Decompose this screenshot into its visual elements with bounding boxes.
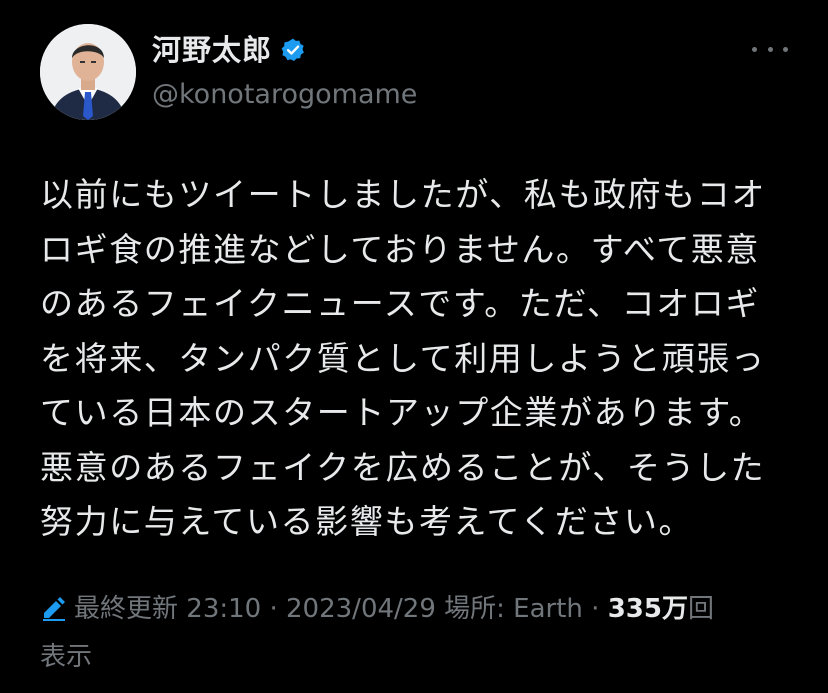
more-options-icon[interactable]	[752, 34, 788, 64]
views-suffix-label: 表示	[40, 642, 93, 672]
name-row: 河野太郎	[152, 30, 417, 70]
views-count: 335万	[607, 594, 688, 624]
dot	[767, 46, 773, 52]
pencil-edit-icon[interactable]	[40, 589, 68, 621]
tweet: 河野太郎 @konotarogomame 以前にもツイートしましたが、私も政府も…	[0, 0, 828, 693]
display-name[interactable]: 河野太郎	[152, 30, 272, 70]
views-suffix: 回	[687, 594, 714, 624]
location-label[interactable]: 場所: Earth	[444, 594, 583, 624]
meta-separator: ·	[269, 594, 278, 624]
tweet-date[interactable]: 2023/04/29	[286, 594, 436, 624]
verified-badge-icon	[280, 37, 306, 63]
avatar-photo	[40, 24, 136, 120]
author-block: 河野太郎 @konotarogomame	[152, 30, 417, 112]
edited-label[interactable]: 最終更新	[74, 594, 178, 624]
avatar[interactable]	[40, 24, 136, 120]
dot	[783, 46, 788, 52]
tweet-text: 以前にもツイートしましたが、私も政府もコオロギ食の推進などしておりません。すべて…	[40, 175, 766, 541]
tweet-time[interactable]: 23:10	[186, 594, 261, 624]
tweet-meta: 最終更新 23:10 · 2023/04/29 場所: Earth · 335万…	[40, 585, 792, 681]
dot	[752, 46, 757, 52]
meta-separator: ·	[591, 594, 600, 624]
handle[interactable]: @konotarogomame	[152, 78, 417, 112]
